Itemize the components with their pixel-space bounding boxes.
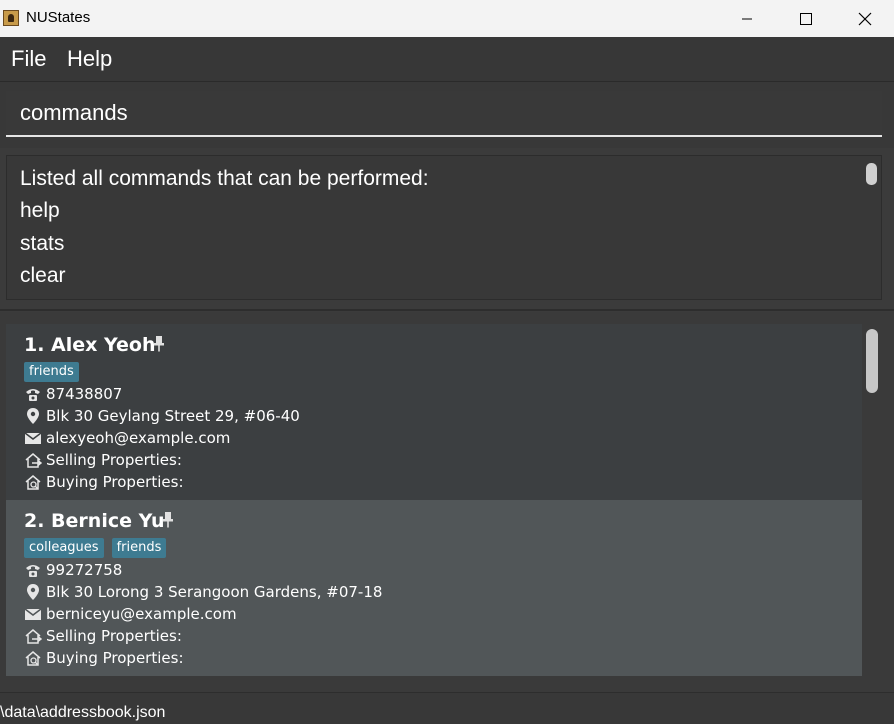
result-line: Listed all commands that can be performe… bbox=[20, 167, 429, 190]
person-name: 1. Alex Yeoh bbox=[24, 334, 156, 356]
minimize-icon bbox=[741, 18, 752, 19]
result-display: Listed all commands that can be performe… bbox=[6, 155, 882, 300]
tag: friends bbox=[111, 538, 167, 558]
buying-label: Buying Properties: bbox=[46, 473, 184, 491]
minimize-button[interactable] bbox=[717, 0, 776, 37]
tag-list: friends bbox=[24, 362, 79, 382]
close-icon bbox=[858, 12, 871, 25]
pin-icon bbox=[163, 512, 173, 528]
person-list: 1. Alex Yeoh friends 87438807 Blk 30 Gey… bbox=[0, 312, 894, 692]
selling-house-icon bbox=[25, 453, 42, 468]
buying-row: Buying Properties: bbox=[24, 649, 184, 667]
person-card[interactable]: 1. Alex Yeoh friends 87438807 Blk 30 Gey… bbox=[6, 324, 862, 500]
command-box bbox=[0, 82, 894, 148]
email-text: alexyeoh@example.com bbox=[46, 429, 231, 447]
save-location: \data\addressbook.json bbox=[0, 704, 166, 721]
result-line: help bbox=[20, 199, 60, 222]
menu-help[interactable]: Help bbox=[67, 46, 112, 72]
selling-label: Selling Properties: bbox=[46, 451, 182, 469]
panel-divider[interactable] bbox=[0, 309, 894, 311]
phone-text: 87438807 bbox=[46, 385, 123, 403]
phone-text: 99272758 bbox=[46, 561, 123, 579]
app-icon bbox=[3, 10, 19, 26]
address-row: Blk 30 Geylang Street 29, #06-40 bbox=[24, 407, 300, 425]
mail-icon bbox=[24, 608, 42, 620]
phone-row: 87438807 bbox=[24, 385, 122, 403]
buying-house-icon bbox=[25, 651, 41, 666]
menu-file[interactable]: File bbox=[11, 46, 46, 72]
tag: friends bbox=[24, 362, 79, 382]
tag-list: colleagues friends bbox=[24, 538, 167, 558]
selling-label: Selling Properties: bbox=[46, 627, 182, 645]
pin-icon bbox=[154, 336, 164, 352]
selling-row: Selling Properties: bbox=[24, 451, 182, 469]
email-text: berniceyu@example.com bbox=[46, 605, 237, 623]
maximize-icon bbox=[799, 12, 812, 25]
selling-house-icon bbox=[25, 629, 42, 644]
result-scrollbar[interactable] bbox=[866, 163, 877, 185]
buying-label: Buying Properties: bbox=[46, 649, 184, 667]
list-scrollbar[interactable] bbox=[866, 329, 878, 393]
email-row: berniceyu@example.com bbox=[24, 605, 237, 623]
email-row: alexyeoh@example.com bbox=[24, 429, 230, 447]
location-icon bbox=[27, 408, 39, 424]
location-icon bbox=[27, 584, 39, 600]
phone-row: 99272758 bbox=[24, 561, 122, 579]
selling-row: Selling Properties: bbox=[24, 627, 182, 645]
command-input[interactable] bbox=[6, 91, 882, 137]
window-title: NUStates bbox=[26, 9, 91, 26]
result-line: stats bbox=[20, 232, 65, 255]
address-text: Blk 30 Lorong 3 Serangoon Gardens, #07-1… bbox=[46, 583, 383, 601]
phone-icon bbox=[26, 389, 40, 401]
person-card[interactable]: 2. Bernice Yu colleagues friends 9927275… bbox=[6, 500, 862, 676]
tag: colleagues bbox=[24, 538, 104, 558]
address-row: Blk 30 Lorong 3 Serangoon Gardens, #07-1… bbox=[24, 583, 382, 601]
result-line: clear bbox=[20, 264, 66, 287]
mail-icon bbox=[24, 432, 42, 444]
buying-row: Buying Properties: bbox=[24, 473, 184, 491]
buying-house-icon bbox=[25, 475, 41, 490]
menu-bar: File Help bbox=[0, 37, 894, 82]
title-bar: NUStates bbox=[0, 0, 894, 37]
status-bar: \data\addressbook.json bbox=[0, 692, 894, 724]
phone-icon bbox=[26, 565, 40, 577]
address-text: Blk 30 Geylang Street 29, #06-40 bbox=[46, 407, 300, 425]
close-button[interactable] bbox=[835, 0, 894, 37]
maximize-button[interactable] bbox=[776, 0, 835, 37]
person-name: 2. Bernice Yu bbox=[24, 510, 165, 532]
